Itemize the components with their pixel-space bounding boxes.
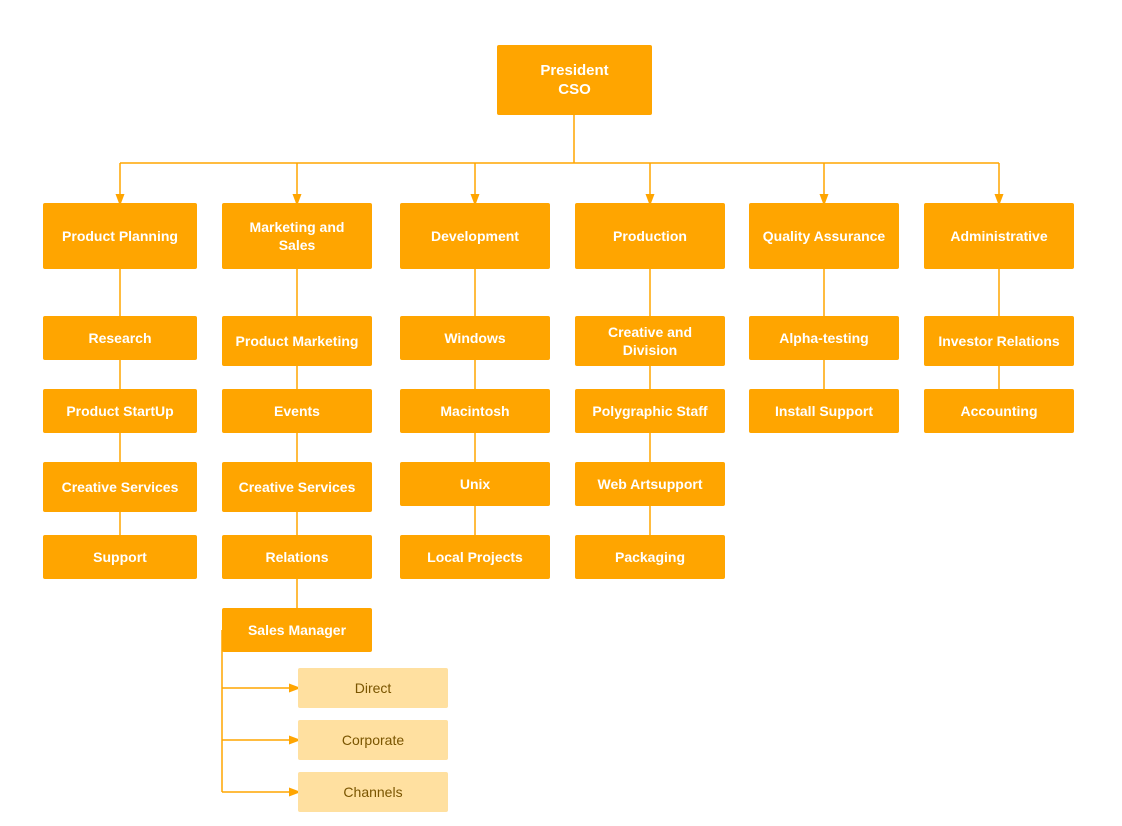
- creative-services-1-box: Creative Services: [43, 462, 197, 512]
- quality-assurance-box: Quality Assurance: [749, 203, 899, 269]
- install-support-box: Install Support: [749, 389, 899, 433]
- production-box: Production: [575, 203, 725, 269]
- channels-box: Channels: [298, 772, 448, 812]
- alpha-testing-box: Alpha-testing: [749, 316, 899, 360]
- polygraphic-staff-box: Polygraphic Staff: [575, 389, 725, 433]
- administrative-box: Administrative: [924, 203, 1074, 269]
- web-artsupport-box: Web Artsupport: [575, 462, 725, 506]
- research-box: Research: [43, 316, 197, 360]
- development-box: Development: [400, 203, 550, 269]
- local-projects-box: Local Projects: [400, 535, 550, 579]
- product-startup-box: Product StartUp: [43, 389, 197, 433]
- sales-manager-box: Sales Manager: [222, 608, 372, 652]
- unix-box: Unix: [400, 462, 550, 506]
- windows-box: Windows: [400, 316, 550, 360]
- macintosh-box: Macintosh: [400, 389, 550, 433]
- direct-box: Direct: [298, 668, 448, 708]
- packaging-box: Packaging: [575, 535, 725, 579]
- support-box: Support: [43, 535, 197, 579]
- marketing-sales-box: Marketing and Sales: [222, 203, 372, 269]
- president-box: President CSO: [497, 45, 652, 115]
- org-chart: President CSO Product Planning Marketing…: [0, 0, 1122, 826]
- investor-relations-box: Investor Relations: [924, 316, 1074, 366]
- product-planning-box: Product Planning: [43, 203, 197, 269]
- relations-box: Relations: [222, 535, 372, 579]
- product-marketing-box: Product Marketing: [222, 316, 372, 366]
- creative-division-box: Creative and Division: [575, 316, 725, 366]
- creative-services-2-box: Creative Services: [222, 462, 372, 512]
- accounting-box: Accounting: [924, 389, 1074, 433]
- corporate-box: Corporate: [298, 720, 448, 760]
- events-box: Events: [222, 389, 372, 433]
